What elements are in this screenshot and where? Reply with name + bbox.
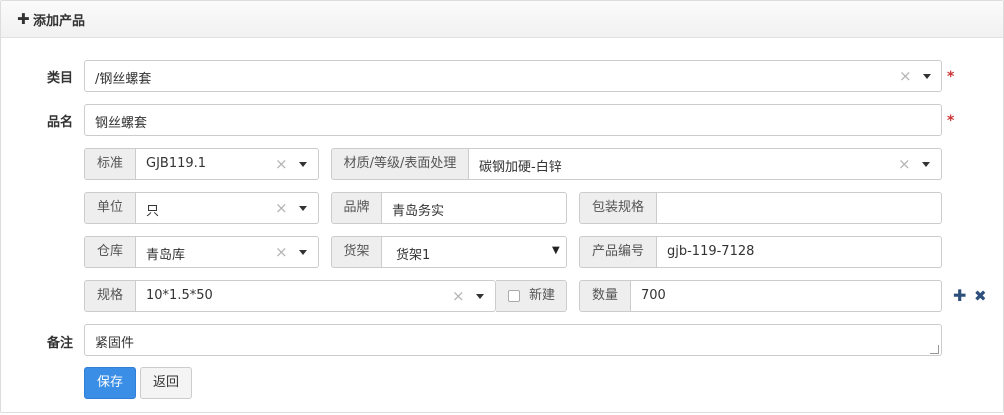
material-select[interactable]: 碳钢加硬-白锌 × bbox=[469, 148, 942, 180]
save-button[interactable]: 保存 bbox=[84, 367, 136, 399]
material-addon: 材质/等级/表面处理 bbox=[331, 148, 469, 180]
new-spec-label: 新建 bbox=[529, 288, 556, 303]
new-spec-toggle[interactable]: 新建 bbox=[496, 280, 567, 312]
required-mark: * bbox=[947, 113, 955, 129]
chevron-down-icon[interactable] bbox=[923, 74, 931, 79]
standard-addon: 标准 bbox=[84, 148, 136, 180]
clear-icon[interactable]: × bbox=[898, 155, 911, 173]
category-value: /钢丝螺套 bbox=[95, 72, 152, 87]
warehouse-value: 青岛库 bbox=[146, 248, 186, 263]
spec-select[interactable]: 10*1.5*50 × bbox=[136, 280, 496, 312]
spec-addon: 规格 bbox=[84, 280, 136, 312]
clear-icon[interactable]: × bbox=[452, 287, 465, 305]
shelf-value: 货架1 bbox=[396, 248, 431, 263]
chevron-down-icon[interactable] bbox=[922, 162, 930, 167]
chevron-down-icon[interactable] bbox=[476, 294, 484, 299]
packaging-addon: 包装规格 bbox=[579, 192, 657, 224]
name-label: 品名 bbox=[47, 115, 74, 130]
chevron-down-icon[interactable] bbox=[299, 206, 307, 211]
add-product-panel: ✚ 添加产品 类目 /钢丝螺套 × * 品名 钢丝螺套 * 标准 GJB119.… bbox=[0, 0, 1004, 413]
clear-icon[interactable]: × bbox=[275, 199, 288, 217]
warehouse-select[interactable]: 青岛库 × bbox=[136, 236, 319, 268]
chevron-down-icon[interactable]: ▼ bbox=[552, 245, 560, 256]
product-code-value: gjb-119-7128 bbox=[667, 244, 755, 259]
unit-addon: 单位 bbox=[84, 192, 136, 224]
remark-textarea[interactable]: 紧固件 bbox=[84, 324, 942, 356]
resize-handle-icon[interactable] bbox=[930, 345, 939, 354]
category-label: 类目 bbox=[47, 71, 74, 86]
category-select[interactable]: /钢丝螺套 × bbox=[84, 60, 942, 92]
chevron-down-icon[interactable] bbox=[299, 250, 307, 255]
clear-icon[interactable]: × bbox=[899, 67, 912, 85]
page-title: 添加产品 bbox=[33, 14, 86, 29]
new-spec-checkbox[interactable] bbox=[508, 290, 520, 302]
standard-value: GJB119.1 bbox=[146, 156, 207, 171]
shelf-select[interactable]: 货架1 ▼ bbox=[382, 236, 567, 268]
warehouse-addon: 仓库 bbox=[84, 236, 136, 268]
unit-select[interactable]: 只 × bbox=[136, 192, 319, 224]
quantity-value: 700 bbox=[641, 288, 666, 303]
remark-value: 紧固件 bbox=[95, 336, 135, 351]
remove-row-icon[interactable]: ✖ bbox=[974, 287, 987, 305]
name-value: 钢丝螺套 bbox=[95, 116, 148, 131]
spec-value: 10*1.5*50 bbox=[146, 288, 213, 303]
product-code-input[interactable]: gjb-119-7128 bbox=[657, 236, 942, 268]
brand-input[interactable]: 青岛务实 bbox=[382, 192, 567, 224]
shelf-addon: 货架 bbox=[331, 236, 382, 268]
plus-icon: ✚ bbox=[17, 10, 30, 28]
clear-icon[interactable]: × bbox=[275, 243, 288, 261]
name-input[interactable]: 钢丝螺套 bbox=[84, 104, 942, 136]
quantity-addon: 数量 bbox=[579, 280, 631, 312]
clear-icon[interactable]: × bbox=[275, 155, 288, 173]
required-mark: * bbox=[947, 69, 955, 85]
unit-value: 只 bbox=[146, 204, 160, 219]
quantity-input[interactable]: 700 bbox=[631, 280, 942, 312]
panel-header: ✚ 添加产品 bbox=[1, 1, 1003, 38]
remark-label: 备注 bbox=[47, 336, 74, 351]
brand-value: 青岛务实 bbox=[392, 204, 445, 219]
chevron-down-icon[interactable] bbox=[299, 162, 307, 167]
add-row-icon[interactable]: ✚ bbox=[953, 286, 966, 305]
brand-addon: 品牌 bbox=[331, 192, 382, 224]
packaging-input[interactable] bbox=[657, 192, 942, 224]
back-button[interactable]: 返回 bbox=[140, 367, 192, 399]
product-code-addon: 产品编号 bbox=[579, 236, 657, 268]
material-value: 碳钢加硬-白锌 bbox=[479, 160, 562, 175]
standard-select[interactable]: GJB119.1 × bbox=[136, 148, 319, 180]
